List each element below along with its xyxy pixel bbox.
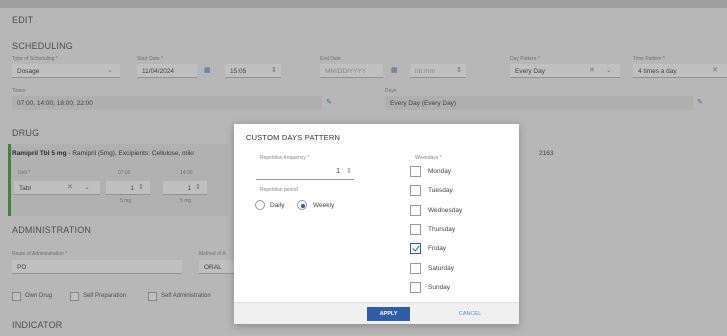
period-weekly-radio[interactable]: [297, 200, 307, 210]
weekday-monday-label: Monday: [428, 168, 452, 175]
weekday-monday-checkbox[interactable]: [410, 166, 421, 177]
repetition-frequency-input[interactable]: 1 ⇕: [256, 164, 354, 180]
repetition-frequency-label: Repetition frequency *: [260, 155, 310, 161]
weekday-friday-checkbox[interactable]: [410, 243, 421, 254]
weekday-thursday-checkbox[interactable]: [410, 224, 421, 235]
weekday-saturday-checkbox[interactable]: [410, 263, 421, 274]
weekday-friday-label: Friday: [428, 245, 447, 252]
dialog-footer: APPLY CANCEL: [234, 302, 519, 324]
weekday-sunday-checkbox[interactable]: [410, 282, 421, 293]
spinner-icon[interactable]: ⇕: [346, 167, 352, 175]
repetition-period-label: Repetition period: [260, 187, 298, 193]
weekday-wednesday-checkbox[interactable]: [410, 205, 421, 216]
period-daily-radio[interactable]: [255, 200, 265, 210]
weekday-tuesday-checkbox[interactable]: [410, 185, 421, 196]
weekday-tuesday-label: Tuesday: [428, 187, 453, 194]
dialog-title: CUSTOM DAYS PATTERN: [246, 133, 341, 142]
weekday-saturday-label: Saturday: [428, 265, 455, 272]
apply-button[interactable]: APPLY: [367, 307, 410, 321]
custom-days-pattern-dialog: CUSTOM DAYS PATTERN Repetition frequency…: [234, 124, 519, 324]
weekday-thursday-label: Thursday: [428, 226, 456, 233]
repetition-frequency-value: 1: [336, 168, 340, 175]
weekdays-label: Weekdays *: [415, 155, 442, 161]
weekday-sunday-label: Sunday: [428, 284, 451, 291]
period-daily-label: Daily: [270, 202, 285, 209]
weekday-wednesday-label: Wednesday: [428, 207, 463, 214]
cancel-button[interactable]: CANCEL: [450, 307, 490, 321]
period-weekly-label: Weekly: [313, 202, 335, 209]
